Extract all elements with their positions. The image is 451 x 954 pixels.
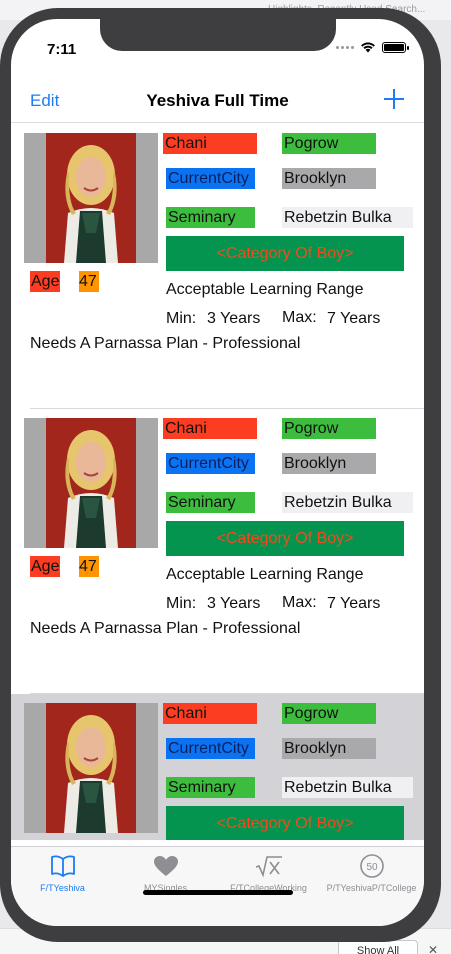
parnassa-plan: Needs A Parnassa Plan - Professional — [30, 620, 301, 637]
tab-label: P/TYeshivaP/TCollege — [326, 883, 417, 893]
page-title: Yeshiva Full Time — [146, 91, 289, 110]
heart-icon — [153, 856, 178, 876]
max-label: Max: — [282, 309, 317, 326]
list-item[interactable]: Chani Pogrow CurrentCity Brooklyn Semina… — [11, 409, 424, 694]
max-value: 7 Years — [327, 310, 381, 327]
min-label: Min: — [166, 310, 197, 327]
category-of-boy-button[interactable]: <Category Of Boy> — [166, 806, 404, 840]
tab-ftyeshiva[interactable]: F/TYeshiva — [11, 853, 114, 893]
tab-label: F/TYeshiva — [40, 883, 85, 893]
phone-screen: 7:11 Edit Yeshiva Full Time Chani Pogrow… — [11, 19, 424, 926]
current-city-value: Brooklyn — [282, 168, 376, 189]
seminary-label: Seminary — [166, 207, 255, 228]
profile-photo — [24, 703, 158, 833]
list-item[interactable]: Chani Pogrow CurrentCity Brooklyn Semina… — [11, 124, 424, 409]
seminary-label: Seminary — [166, 777, 255, 798]
tab-mysingles[interactable]: MYSingles — [114, 853, 217, 893]
plus-icon[interactable] — [382, 87, 406, 111]
tab-ftcollegeworking[interactable]: F/TCollegeWorking — [217, 853, 320, 893]
learning-range-title: Acceptable Learning Range — [166, 281, 364, 298]
show-all-button[interactable]: Show All — [338, 940, 418, 954]
first-name: Chani — [163, 133, 257, 154]
first-name: Chani — [163, 418, 257, 439]
status-time: 7:11 — [47, 41, 77, 58]
battery-icon — [382, 41, 409, 53]
tab-ptyeshiva-ptcollege[interactable]: 50 P/TYeshivaP/TCollege — [320, 853, 423, 893]
parnassa-plan: Needs A Parnassa Plan - Professional — [30, 335, 301, 352]
age-label: Age — [30, 556, 60, 577]
seminary-label: Seminary — [166, 492, 255, 513]
sqrt-x-icon — [255, 856, 282, 878]
first-name: Chani — [163, 703, 257, 724]
age-value: 47 — [79, 271, 99, 292]
learning-range-title: Acceptable Learning Range — [166, 566, 364, 583]
seminary-value: Rebetzin Bulka — [282, 777, 413, 798]
min-label: Min: — [166, 595, 197, 612]
singles-list[interactable]: Chani Pogrow CurrentCity Brooklyn Semina… — [11, 124, 424, 840]
profile-photo — [24, 418, 158, 548]
last-name: Pogrow — [282, 418, 376, 439]
age-label: Age — [30, 271, 60, 292]
current-city-label: CurrentCity — [166, 168, 255, 189]
min-value: 3 Years — [207, 310, 261, 327]
badge-50-icon: 50 — [359, 854, 384, 878]
last-name: Pogrow — [282, 703, 376, 724]
max-label: Max: — [282, 594, 317, 611]
category-of-boy-button[interactable]: <Category Of Boy> — [166, 236, 404, 271]
close-icon[interactable]: ✕ — [428, 943, 438, 954]
book-icon — [50, 855, 75, 877]
badge-50-text: 50 — [366, 862, 378, 873]
wifi-icon — [361, 42, 375, 53]
max-value: 7 Years — [327, 595, 381, 612]
phone-frame: 7:11 Edit Yeshiva Full Time Chani Pogrow… — [0, 8, 441, 942]
min-value: 3 Years — [207, 595, 261, 612]
category-of-boy-button[interactable]: <Category Of Boy> — [166, 521, 404, 556]
current-city-label: CurrentCity — [166, 738, 255, 759]
seminary-value: Rebetzin Bulka — [282, 207, 413, 228]
home-indicator — [143, 890, 293, 895]
current-city-label: CurrentCity — [166, 453, 255, 474]
current-city-value: Brooklyn — [282, 738, 376, 759]
last-name: Pogrow — [282, 133, 376, 154]
status-icons — [336, 41, 409, 53]
current-city-value: Brooklyn — [282, 453, 376, 474]
cellular-signal-icon — [336, 45, 354, 49]
age-value: 47 — [79, 556, 99, 577]
tab-bar: F/TYeshiva MYSingles F/TCollegeWorking 5… — [11, 846, 424, 926]
notch — [100, 19, 336, 51]
seminary-value: Rebetzin Bulka — [282, 492, 413, 513]
list-item[interactable]: Chani Pogrow CurrentCity Brooklyn Semina… — [11, 694, 424, 840]
navigation-bar: Edit Yeshiva Full Time — [11, 79, 424, 123]
profile-photo — [24, 133, 158, 263]
